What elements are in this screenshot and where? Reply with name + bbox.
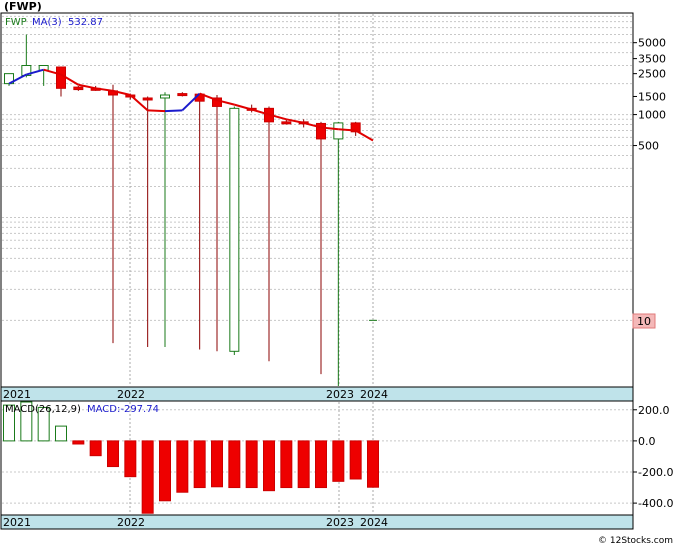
candle-body [56,66,66,89]
footer-credit: © 12Stocks.com [598,536,673,546]
y-tick-label: 2500 [638,68,666,81]
macd-bar [211,440,223,488]
x-label-2021: 2021 [3,388,31,401]
macd-bar [332,440,345,482]
y-tick-label: 1000 [638,109,666,122]
candle-body [177,93,188,97]
macd-bar [297,440,310,489]
macd-title: MACD(26,12,9) [5,404,81,415]
ma3-segment [338,128,356,132]
chart-title: (FWP) [4,0,42,13]
legend-ma: MA(3) [32,17,62,28]
macd-bar [159,440,171,502]
macd-bar [176,440,189,493]
macd-bar [89,440,102,457]
candle-body [38,65,49,71]
macd-bar [141,440,154,514]
candle-body [142,97,153,101]
macd-x-label-2024: 2024 [360,516,388,529]
macd-y-tick-label: 0.0 [638,435,656,448]
y-tick-label: 1500 [638,90,666,103]
price-tag: 10 [637,315,651,328]
ma3-segment [164,109,183,113]
x-label-2023: 2023 [326,388,354,401]
macd-bar [193,440,206,489]
macd-y-tick-label: -400.0 [638,497,673,510]
macd-bar [349,440,362,480]
x-label-2024: 2024 [360,388,388,401]
macd-y-ticks: 200.0 0.0 -200.0 -400.0 [633,404,673,510]
macd-bar [315,440,327,489]
x-label-2022: 2022 [117,388,145,401]
macd-bar [228,440,241,489]
macd-bar [367,440,379,488]
macd-bar [245,440,258,489]
candle-body [160,94,170,99]
price-y-ticks: 5000 3500 2500 1500 1000 500 [633,37,666,153]
macd-x-label-2022: 2022 [117,516,145,529]
y-tick-label: 500 [638,140,659,153]
macd-bar [55,425,67,442]
macd-bar [72,440,85,445]
candle-body [73,86,84,91]
macd-y-tick-label: 200.0 [638,404,670,417]
candle-body [333,122,344,140]
legend-ma-value: 532.87 [68,17,103,28]
macd-y-tick-label: -200.0 [638,466,673,479]
macd-value: MACD:-297.74 [87,404,159,415]
macd-x-axis [0,514,634,530]
macd-bar [263,440,275,492]
candle-body [281,121,292,125]
price-x-axis [0,386,634,402]
legend-symbol: FWP [5,17,27,28]
chart-canvas: 5000 3500 2500 1500 1000 500 10 (FWP) FWP MA(… [0,0,673,546]
price-panel [0,12,634,388]
ma3-segment [147,109,166,113]
macd-x-label-2021: 2021 [3,516,31,529]
macd-x-label-2023: 2023 [326,516,354,529]
y-tick-label: 3500 [638,53,666,66]
y-tick-label: 5000 [638,37,666,50]
candle-body [229,107,240,352]
macd-bar [107,440,119,468]
macd-bar [280,440,293,489]
macd-bar [124,440,137,478]
